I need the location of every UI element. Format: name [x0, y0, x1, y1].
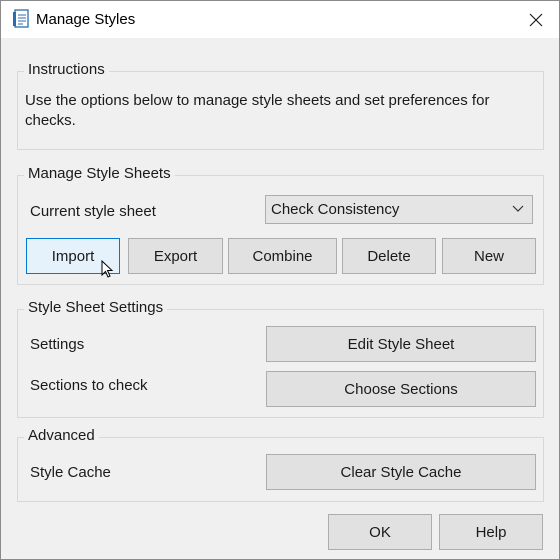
- instructions-legend: Instructions: [24, 61, 109, 78]
- advanced-group: Advanced Style Cache Clear Style Cache: [17, 427, 544, 502]
- document-style-icon: [13, 9, 29, 28]
- close-button[interactable]: [513, 1, 559, 38]
- sections-to-check-label: Sections to check: [30, 377, 148, 394]
- instructions-text: Use the options below to manage style sh…: [25, 92, 490, 129]
- edit-style-sheet-button[interactable]: Edit Style Sheet: [266, 326, 536, 362]
- settings-label: Settings: [30, 336, 85, 353]
- style-sheet-settings-legend: Style Sheet Settings: [24, 299, 168, 316]
- manage-style-sheets-legend: Manage Style Sheets: [24, 165, 175, 182]
- advanced-legend: Advanced: [24, 427, 99, 444]
- current-style-sheet-select[interactable]: Check Consistency: [265, 195, 533, 224]
- style-cache-label: Style Cache: [30, 464, 111, 481]
- style-sheet-settings-group: Style Sheet Settings Settings Edit Style…: [17, 299, 544, 418]
- instructions-group: Instructions Use the options below to ma…: [17, 61, 544, 150]
- export-button[interactable]: Export: [128, 238, 223, 274]
- choose-sections-button[interactable]: Choose Sections: [266, 371, 536, 407]
- close-icon: [529, 13, 543, 26]
- help-button[interactable]: Help: [439, 514, 543, 550]
- manage-style-sheets-group: Manage Style Sheets Current style sheet …: [17, 165, 544, 285]
- delete-button[interactable]: Delete: [342, 238, 436, 274]
- new-button[interactable]: New: [442, 238, 536, 274]
- current-style-sheet-value: Check Consistency: [271, 201, 400, 218]
- manage-styles-dialog: Manage Styles Instructions Use the optio…: [0, 0, 560, 560]
- combine-button[interactable]: Combine: [228, 238, 337, 274]
- current-style-sheet-label: Current style sheet: [30, 203, 156, 220]
- chevron-down-icon: [512, 205, 524, 212]
- mouse-pointer-icon: [101, 260, 114, 278]
- window-title: Manage Styles: [36, 11, 136, 28]
- ok-button[interactable]: OK: [328, 514, 432, 550]
- clear-style-cache-button[interactable]: Clear Style Cache: [266, 454, 536, 490]
- title-bar: Manage Styles: [1, 1, 559, 38]
